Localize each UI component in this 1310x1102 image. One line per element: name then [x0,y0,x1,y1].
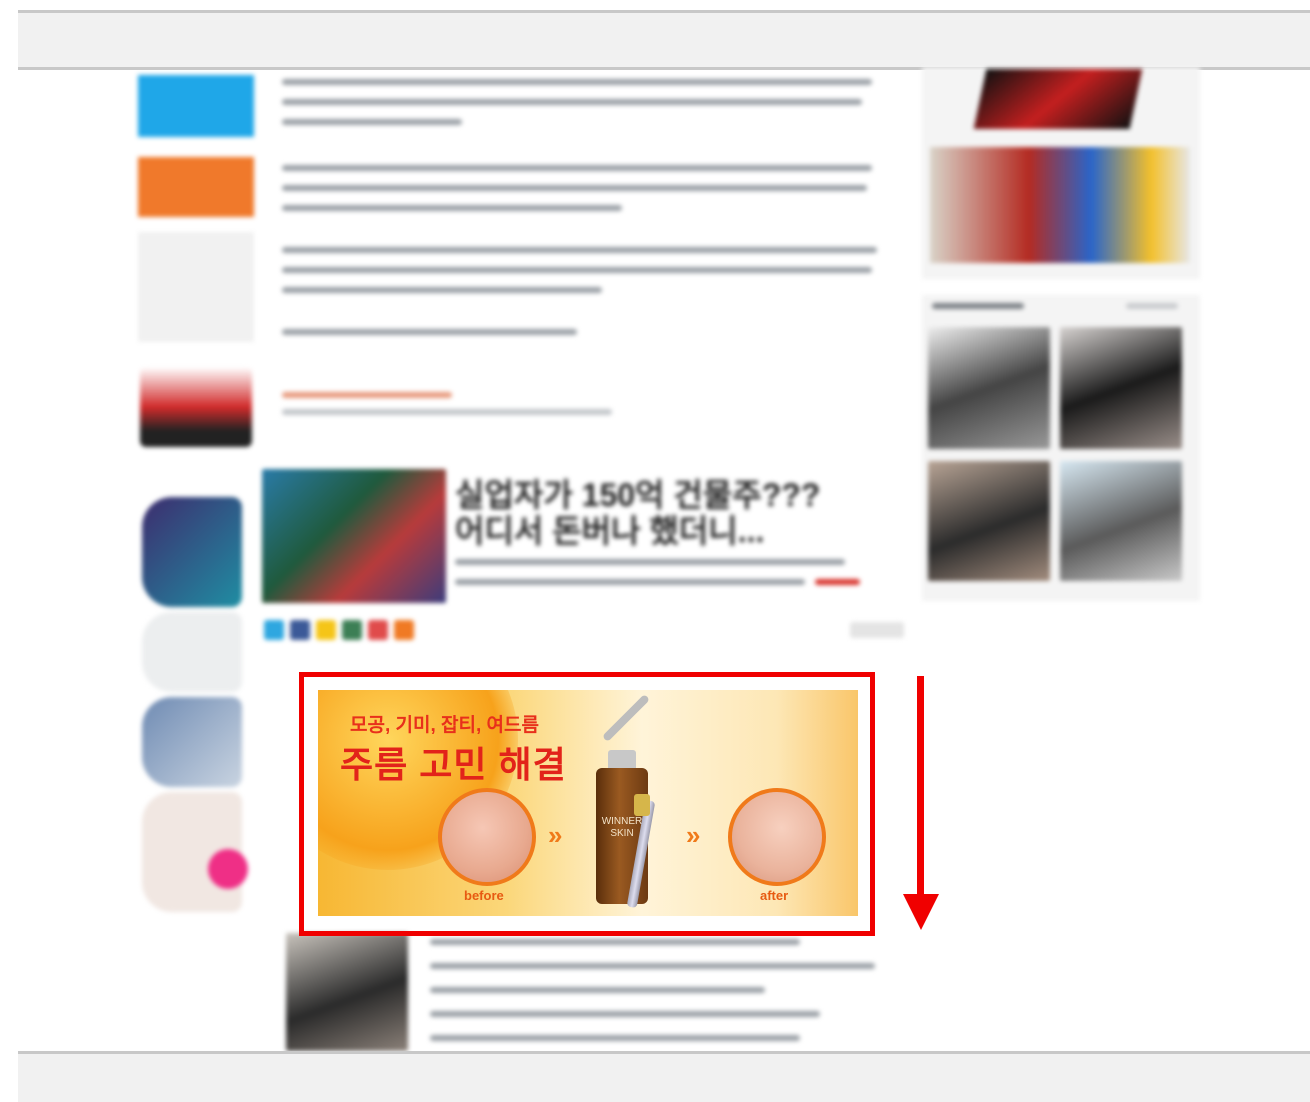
browser-bottom-bar [18,1051,1310,1102]
share-facebook-icon[interactable] [290,620,310,640]
share-twitter-icon[interactable] [264,620,284,640]
shoe-image-2 [142,612,242,692]
arrow-down-icon [917,676,924,898]
shoe-image-3 [142,697,242,787]
browser-top-bar [18,10,1310,70]
share-count-button[interactable] [850,622,904,638]
ad-highlight-box [299,672,875,936]
share-kakao-icon[interactable] [316,620,336,640]
related-article-thumbnail[interactable] [262,469,446,603]
right-sidebar-product-image [930,147,1190,263]
arrow-down-icon-head [903,894,939,930]
gallery-thumb-3[interactable] [928,461,1050,581]
left-sidebar-box [138,232,254,342]
share-rss-icon[interactable] [394,620,414,640]
pink-badge [208,849,248,889]
left-sidebar-banner-blue [138,75,254,137]
share-google-icon[interactable] [368,620,388,640]
gallery-thumb-1[interactable] [928,327,1050,449]
share-band-icon[interactable] [342,620,362,640]
related-article-headline-2[interactable]: 어디서 돈버나 했더니... [455,513,764,549]
gallery-thumb-2[interactable] [1060,327,1182,449]
related-article-headline[interactable]: 실업자가 150억 건물주??? [455,477,820,513]
gallery-thumb-4[interactable] [1060,461,1182,581]
news-list-thumbnail[interactable] [286,933,408,1051]
shoe-image-1 [142,497,242,607]
left-sidebar-banner-orange [138,157,254,217]
left-sidebar-promo [140,367,252,447]
right-sidebar-promo-logo [973,69,1143,129]
